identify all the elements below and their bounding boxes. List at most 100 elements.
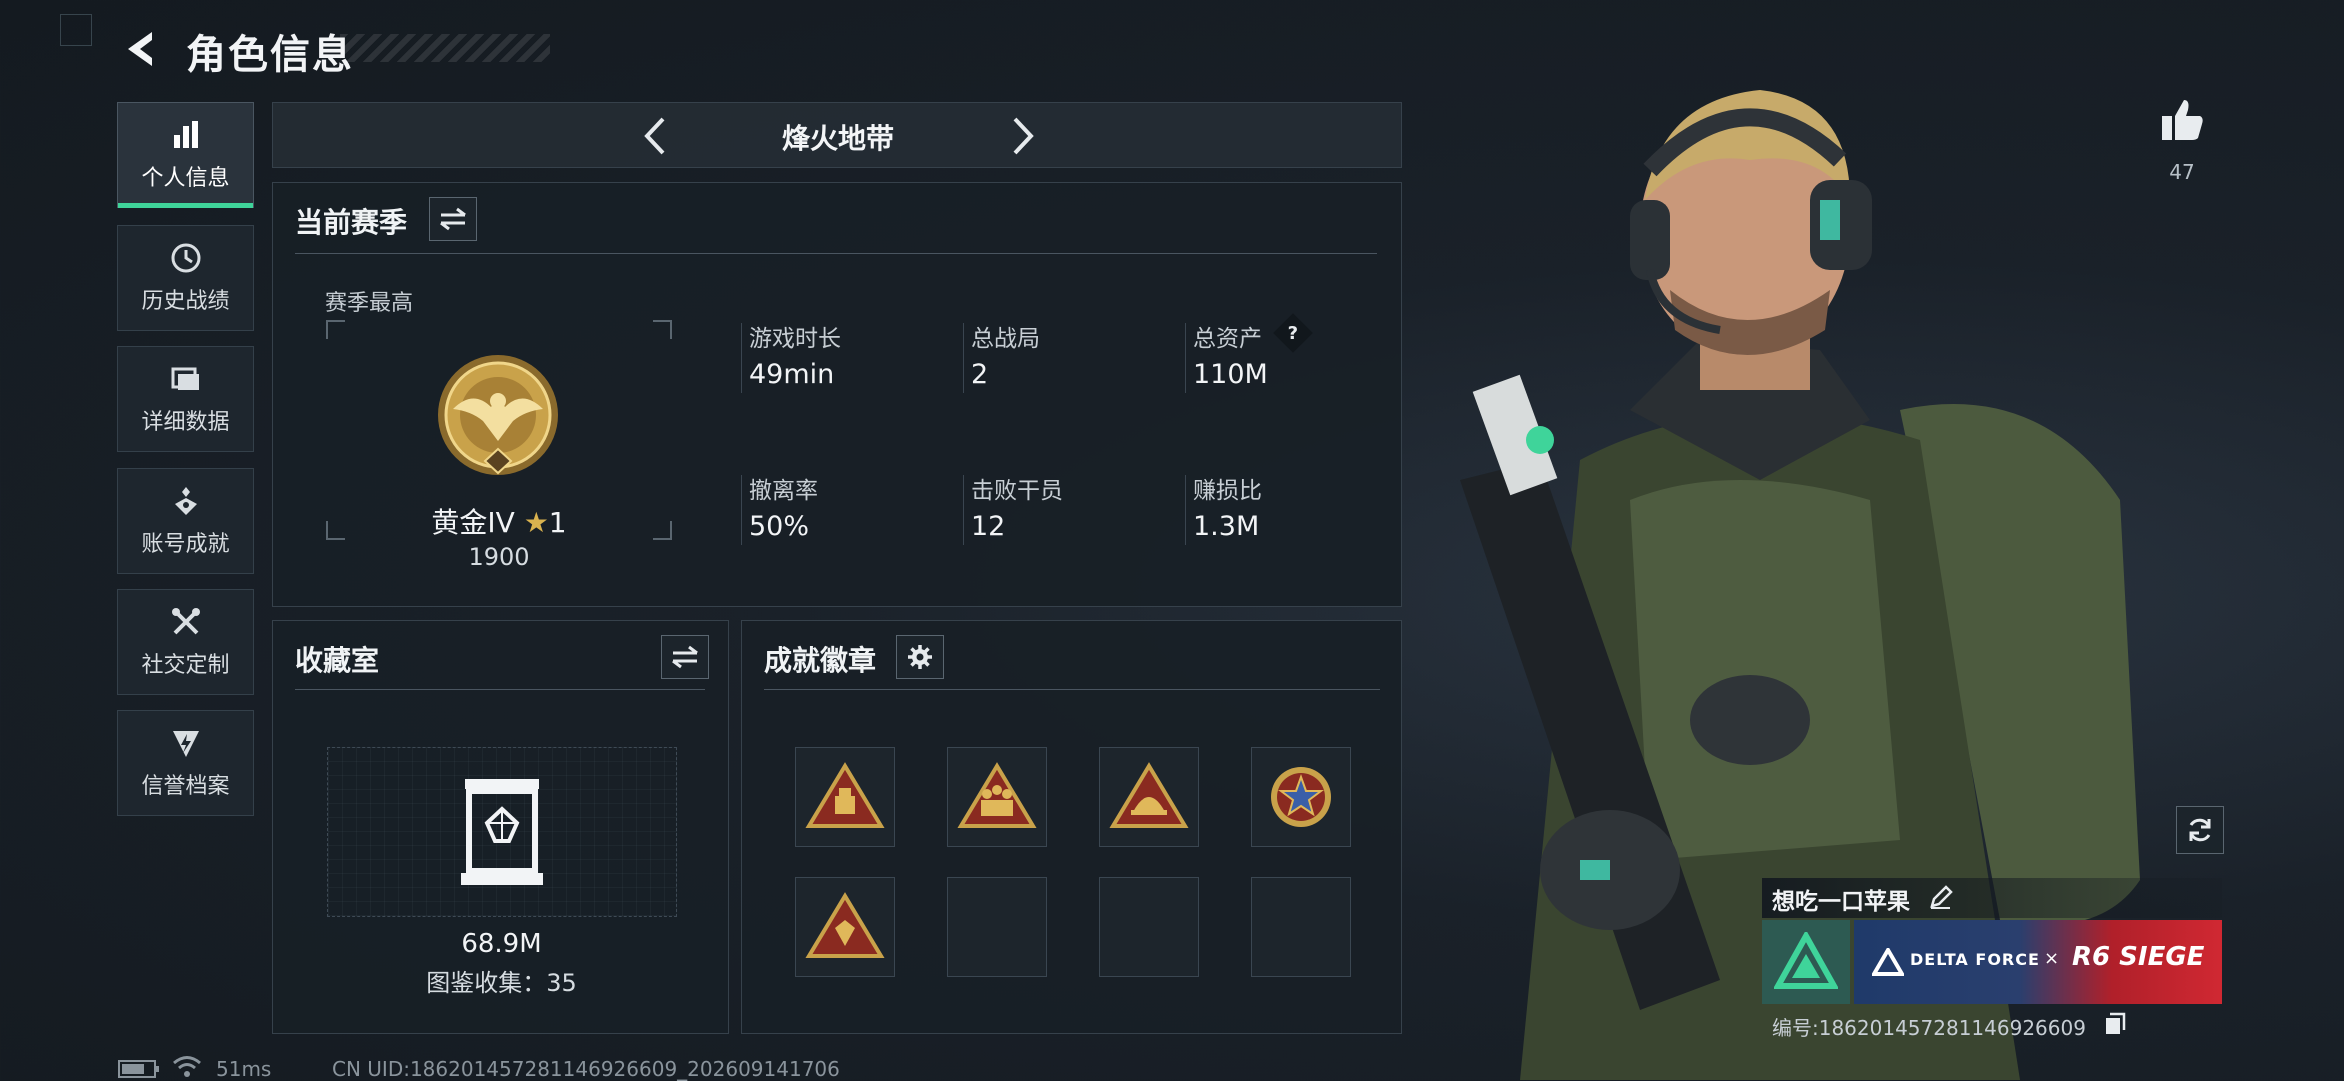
ping-value: 51ms <box>216 1057 272 1081</box>
stat-label: 游戏时长 <box>749 326 841 352</box>
stat-separator <box>741 475 742 545</box>
rank-name-row: 黄金IV ★1 <box>325 501 673 541</box>
stat-value: 49min <box>749 359 835 390</box>
sidebar-item-credit[interactable]: 信誉档案 <box>117 710 254 816</box>
banner-brand-siege: R6 SIEGE <box>2072 942 2205 972</box>
wifi-icon <box>173 1056 201 1077</box>
swap-icon <box>440 207 466 231</box>
banner-brand-delta: DELTA FORCE <box>1910 950 2040 969</box>
stat-label: 总资产 <box>1193 326 1262 352</box>
sidebar-item-label: 社交定制 <box>141 653 230 678</box>
empty-badge-slot[interactable] <box>1251 877 1351 977</box>
gold-rank-medal-icon <box>438 355 558 475</box>
page-title: 角色信息 <box>186 32 354 78</box>
squad-badge-icon <box>957 762 1037 828</box>
star-emblem-badge-icon <box>1271 767 1331 827</box>
stat-label: 撤离率 <box>749 478 818 504</box>
sidebar-item-label: 历史战绩 <box>141 289 230 314</box>
crate-badge-icon <box>805 762 885 828</box>
back-arrow-icon <box>128 32 152 66</box>
chevron-right-icon <box>1013 117 1034 155</box>
help-button[interactable]: ? <box>1273 313 1313 353</box>
season-title: 当前赛季 <box>295 206 408 239</box>
collection-title: 收藏室 <box>295 644 380 677</box>
collection-switch-button[interactable] <box>661 635 709 679</box>
sidebar-item-label: 个人信息 <box>141 166 230 191</box>
sidebar-item-achievements[interactable]: 账号成就 <box>117 468 254 574</box>
stat-label: 击败干员 <box>971 478 1063 504</box>
season-best-label: 赛季最高 <box>325 291 414 316</box>
tools-icon <box>171 608 200 635</box>
achievement-badge-slot[interactable] <box>947 747 1047 847</box>
back-button[interactable] <box>118 26 164 72</box>
sidebar-item-social[interactable]: 社交定制 <box>117 589 254 695</box>
stat-label: 总战局 <box>971 326 1040 352</box>
mode-selector: 烽火地带 <box>272 102 1402 168</box>
mode-title: 烽火地带 <box>781 122 894 155</box>
stat-separator <box>741 323 742 393</box>
collection-panel[interactable]: 收藏室 68.9M 图鉴收集：35 <box>272 620 729 1034</box>
shield-bolt-icon <box>172 731 199 757</box>
rank-stars: 1 <box>548 506 567 539</box>
star-icon: ★ <box>523 506 549 539</box>
bar-chart-icon <box>173 121 198 148</box>
stat-value: 12 <box>971 511 1006 542</box>
like-count: 47 <box>2169 160 2195 184</box>
collection-divider <box>295 689 705 690</box>
season-divider <box>295 253 1377 254</box>
helmet-badge-icon <box>1109 762 1189 828</box>
achievements-title: 成就徽章 <box>764 644 877 677</box>
player-name: 想吃一口苹果 <box>1772 889 1910 915</box>
title-decoration <box>340 34 550 62</box>
stat-value: 2 <box>971 359 989 390</box>
stat-value: 110M <box>1193 359 1268 390</box>
achievement-badge-slot[interactable] <box>1251 747 1351 847</box>
gem-badge-icon <box>805 892 885 958</box>
season-switch-button[interactable] <box>429 197 477 241</box>
stat-value: 50% <box>749 511 810 542</box>
folder-icon <box>171 367 199 390</box>
empty-badge-slot[interactable] <box>947 877 1047 977</box>
sidebar-item-details[interactable]: 详细数据 <box>117 346 254 452</box>
achievement-badge-slot[interactable] <box>795 877 895 977</box>
delta-force-logo-icon <box>1872 948 1904 976</box>
collection-value: 68.9M <box>461 929 542 959</box>
stat-separator <box>1185 323 1186 393</box>
vault-icon <box>461 779 543 885</box>
battery-icon <box>118 1060 159 1078</box>
stat-label: 赚损比 <box>1193 478 1262 504</box>
sidebar-item-label: 详细数据 <box>141 410 230 435</box>
stat-value: 1.3M <box>1193 511 1260 542</box>
achievements-panel: 成就徽章 <box>741 620 1402 1034</box>
sidebar-item-label: 信誉档案 <box>141 774 230 799</box>
player-banner: DELTA FORCE × R6 SIEGE <box>1854 920 2222 1004</box>
achievements-settings-button[interactable] <box>896 635 944 679</box>
achievement-badge-slot[interactable] <box>1099 747 1199 847</box>
season-panel: 当前赛季 赛季最高 黄金IV ★1 1900 游戏时长 49min 总战局 2 … <box>272 182 1402 607</box>
next-mode-button[interactable] <box>1003 115 1043 157</box>
corner-decoration <box>60 14 92 46</box>
edit-pencil-icon[interactable] <box>1928 884 1954 910</box>
sidebar-item-personal-info[interactable]: 个人信息 <box>117 102 254 208</box>
achievements-divider <box>764 689 1380 690</box>
sidebar-item-history[interactable]: 历史战绩 <box>117 225 254 331</box>
uid-text: CN UID:186201457281146926609_20260914170… <box>332 1057 840 1081</box>
rank-score: 1900 <box>468 543 530 571</box>
refresh-icon <box>2189 818 2211 842</box>
medal-icon <box>174 487 197 515</box>
history-clock-icon <box>171 243 200 273</box>
empty-badge-slot[interactable] <box>1099 877 1199 977</box>
help-icon: ? <box>1287 322 1299 344</box>
copy-icon[interactable] <box>2104 1012 2126 1036</box>
stat-separator <box>963 475 964 545</box>
rotate-view-button[interactable] <box>2176 806 2224 854</box>
gear-icon <box>908 645 932 669</box>
player-avatar[interactable] <box>1762 920 1850 1004</box>
like-thumbs-up-icon[interactable] <box>2158 96 2206 144</box>
sidebar-item-label: 账号成就 <box>141 532 230 557</box>
rank-name: 黄金IV <box>431 506 515 539</box>
swap-icon <box>672 645 698 669</box>
delta-logo-icon <box>1774 932 1838 989</box>
stat-separator <box>963 323 964 393</box>
achievement-badge-slot[interactable] <box>795 747 895 847</box>
